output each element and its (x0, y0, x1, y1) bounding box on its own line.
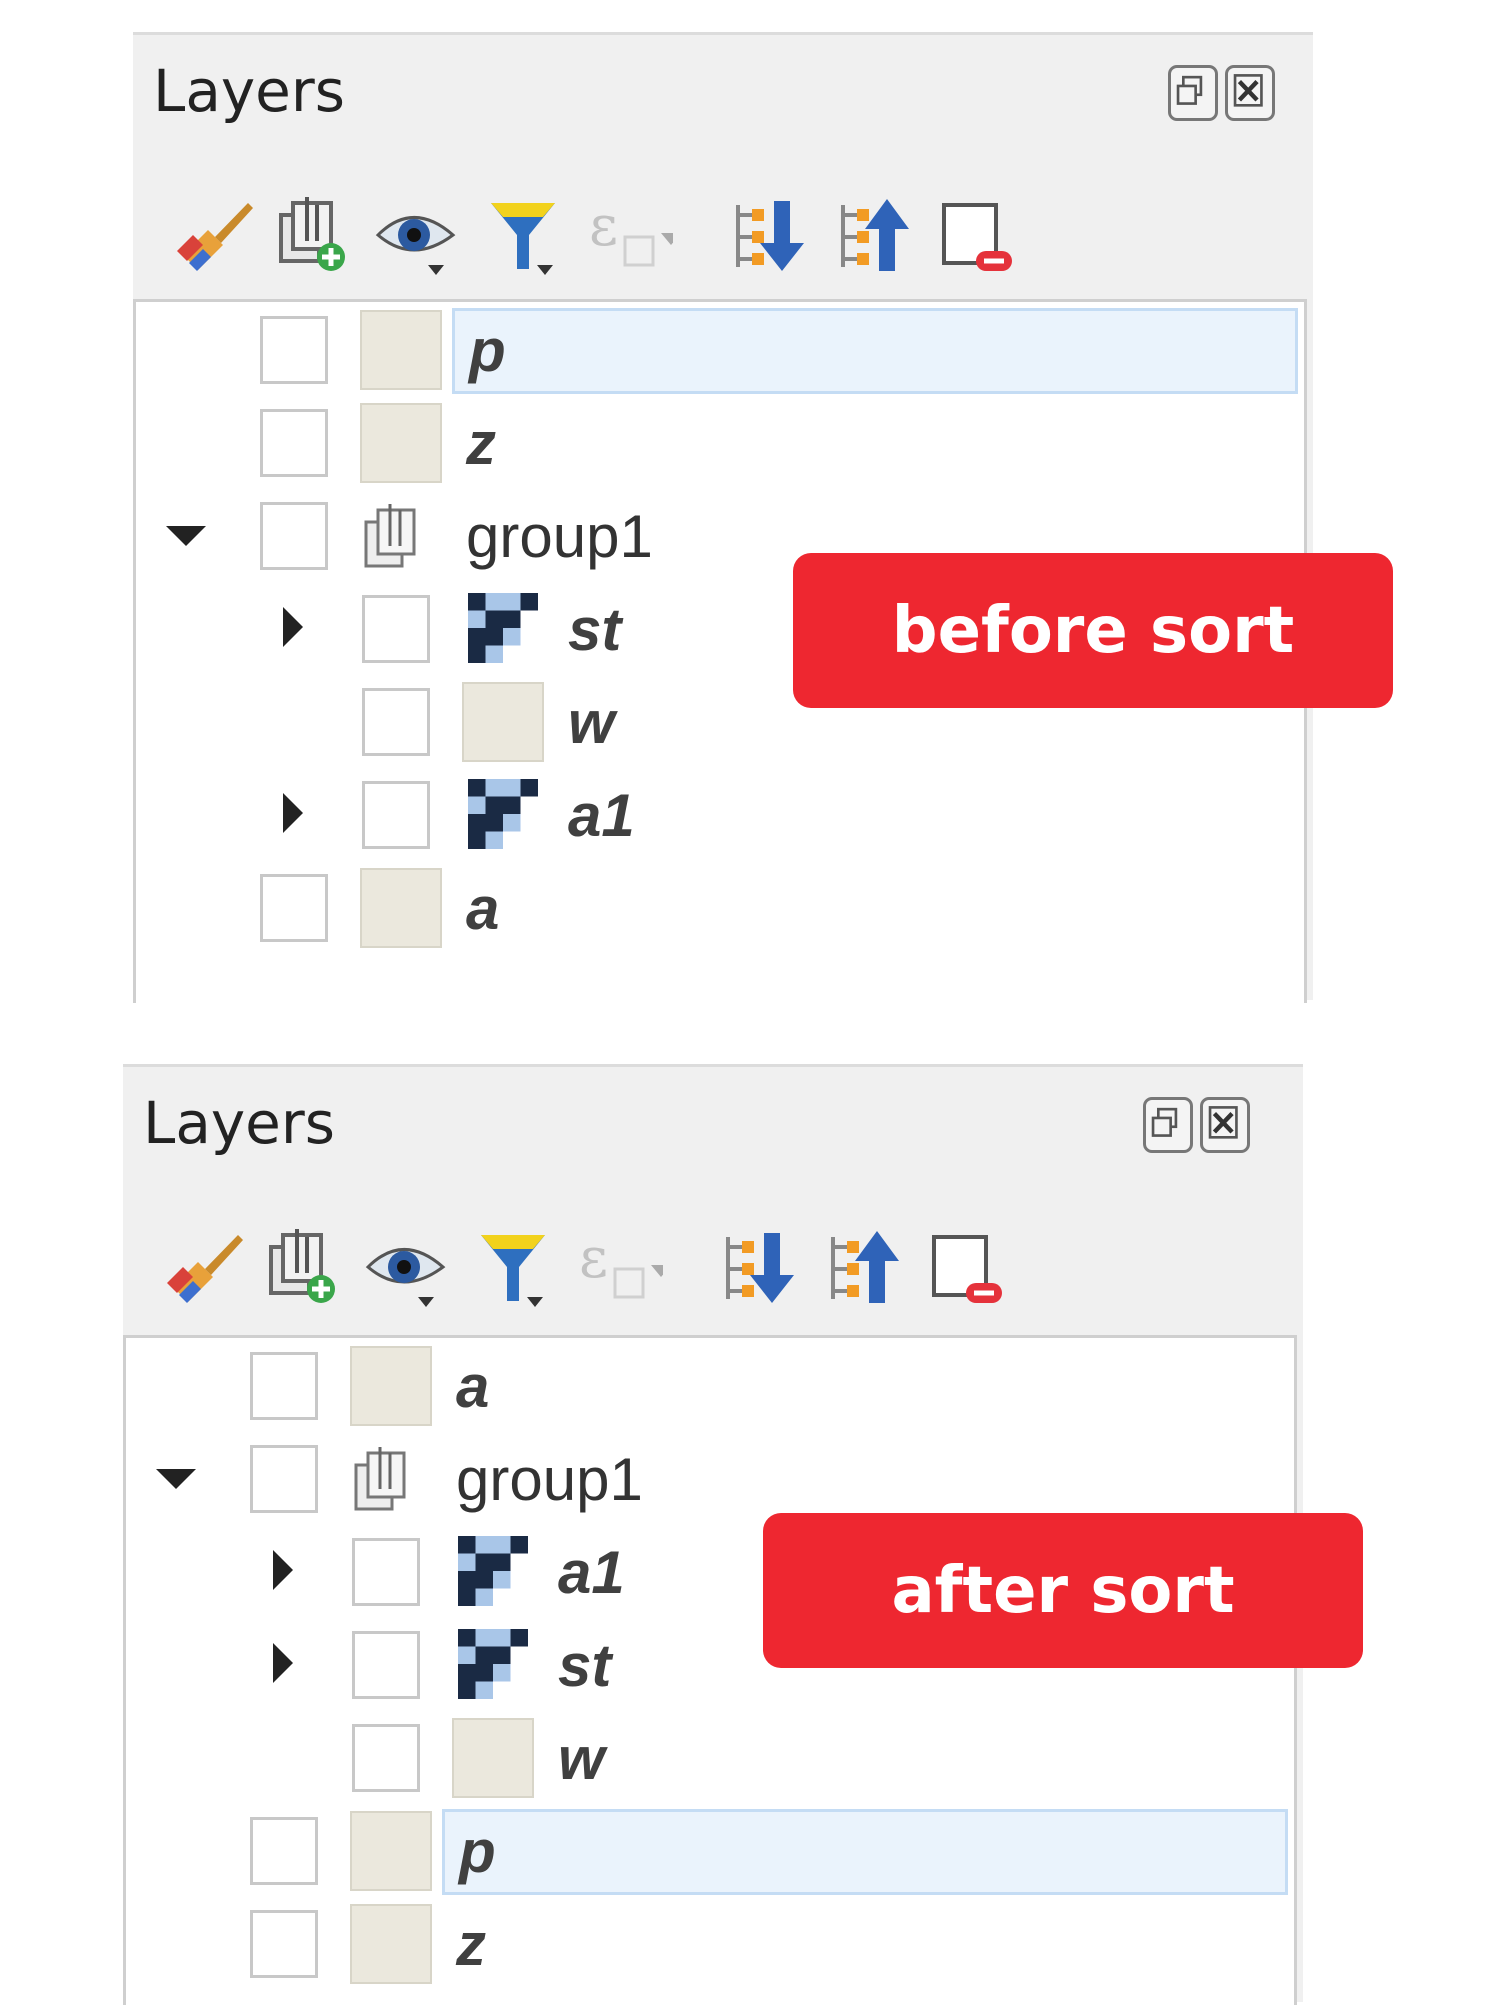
panel-title: Layers (143, 1089, 335, 1157)
layer-label[interactable]: a (442, 1344, 489, 1430)
layer-row[interactable]: a (126, 1342, 1294, 1432)
expand-all-icon[interactable] (718, 185, 818, 285)
vector-layer-swatch-icon (350, 1346, 432, 1426)
layer-row[interactable]: p (136, 306, 1304, 396)
visibility-checkbox[interactable] (260, 874, 328, 942)
add-group-icon[interactable] (253, 1217, 353, 1317)
layer-label[interactable]: z (452, 401, 496, 487)
style-manager-icon[interactable] (163, 185, 263, 285)
restore-icon (1151, 1107, 1178, 1137)
visibility-checkbox[interactable] (362, 781, 430, 849)
expand-arrow-icon[interactable] (283, 793, 303, 833)
raster-layer-icon (468, 779, 538, 849)
collapse-all-icon[interactable] (823, 185, 923, 285)
vector-layer-swatch-icon (360, 868, 442, 948)
layer-row[interactable]: w (126, 1714, 1294, 1804)
expand-all-icon[interactable] (708, 1217, 808, 1317)
expand-arrow-icon[interactable] (273, 1643, 293, 1683)
filter-by-expression-icon[interactable]: ε (573, 185, 681, 285)
vector-layer-swatch-icon (350, 1811, 432, 1891)
raster-layer-icon (458, 1536, 528, 1606)
raster-layer-icon (468, 593, 538, 663)
visibility-checkbox[interactable] (250, 1445, 318, 1513)
close-icon (1233, 74, 1263, 107)
layer-row[interactable]: z (126, 1900, 1294, 1990)
visibility-checkbox[interactable] (362, 595, 430, 663)
visibility-checkbox[interactable] (260, 409, 328, 477)
expand-arrow-icon[interactable] (283, 607, 303, 647)
layer-label[interactable]: a (452, 866, 499, 952)
layer-row[interactable]: p (126, 1807, 1294, 1897)
raster-layer-icon (458, 1629, 528, 1699)
layer-label[interactable]: z (442, 1902, 486, 1988)
status-badge: after sort (763, 1513, 1363, 1668)
layer-tree: a group1 a1 st w p z (123, 1335, 1297, 2005)
panel-title: Layers (153, 57, 345, 125)
filter-by-expression-icon[interactable]: ε (563, 1217, 671, 1317)
layer-label[interactable]: w (554, 680, 615, 766)
layers-toolbar: ε (123, 1197, 1303, 1347)
expand-arrow-icon[interactable] (273, 1550, 293, 1590)
manage-visibility-icon[interactable] (368, 185, 468, 285)
layer-label[interactable]: a1 (544, 1530, 625, 1616)
layer-row[interactable]: z (136, 399, 1304, 489)
vector-layer-swatch-icon (350, 1904, 432, 1984)
layers-panel-after: Layers ε a group1 a1 st w p z after sort (123, 1064, 1363, 2005)
layer-label[interactable]: st (544, 1623, 611, 1709)
vector-layer-swatch-icon (360, 310, 442, 390)
visibility-checkbox[interactable] (260, 502, 328, 570)
layers-panel-before: Layers ε p z group1 st w a1 a before sort (133, 32, 1393, 1003)
visibility-checkbox[interactable] (362, 688, 430, 756)
layer-group-icon (360, 496, 440, 578)
restore-icon (1176, 75, 1203, 105)
status-badge: before sort (793, 553, 1393, 708)
vector-layer-swatch-icon (462, 682, 544, 762)
collapse-arrow-icon[interactable] (166, 526, 206, 546)
visibility-checkbox[interactable] (250, 1817, 318, 1885)
layer-row[interactable]: a1 (136, 771, 1304, 861)
visibility-checkbox[interactable] (352, 1538, 420, 1606)
remove-layer-icon[interactable] (918, 1217, 1018, 1317)
layer-group-icon (350, 1439, 430, 1521)
layer-label[interactable]: a1 (554, 773, 635, 859)
layer-label[interactable]: st (554, 587, 621, 673)
filter-legend-icon[interactable] (463, 1217, 563, 1317)
vector-layer-swatch-icon (452, 1718, 534, 1798)
svg-text:ε: ε (579, 1226, 608, 1291)
visibility-checkbox[interactable] (352, 1724, 420, 1792)
layer-row[interactable]: a (136, 864, 1304, 954)
layer-label[interactable]: group1 (452, 494, 653, 580)
close-icon (1208, 1106, 1238, 1139)
collapse-arrow-icon[interactable] (156, 1469, 196, 1489)
float-panel-button[interactable] (1168, 65, 1218, 121)
manage-visibility-icon[interactable] (358, 1217, 458, 1317)
vector-layer-swatch-icon (360, 403, 442, 483)
filter-legend-icon[interactable] (473, 185, 573, 285)
style-manager-icon[interactable] (153, 1217, 253, 1317)
layer-label[interactable]: p (442, 1809, 1288, 1895)
visibility-checkbox[interactable] (352, 1631, 420, 1699)
remove-layer-icon[interactable] (928, 185, 1028, 285)
visibility-checkbox[interactable] (260, 316, 328, 384)
svg-text:ε: ε (589, 194, 618, 259)
visibility-checkbox[interactable] (250, 1352, 318, 1420)
layers-toolbar: ε (133, 165, 1313, 315)
close-panel-button[interactable] (1200, 1097, 1250, 1153)
add-group-icon[interactable] (263, 185, 363, 285)
close-panel-button[interactable] (1225, 65, 1275, 121)
layer-label[interactable]: p (452, 308, 1298, 394)
collapse-all-icon[interactable] (813, 1217, 913, 1317)
layer-label[interactable]: w (544, 1716, 605, 1802)
float-panel-button[interactable] (1143, 1097, 1193, 1153)
visibility-checkbox[interactable] (250, 1910, 318, 1978)
layer-label[interactable]: group1 (442, 1437, 643, 1523)
layer-group-row[interactable]: group1 (126, 1435, 1294, 1525)
